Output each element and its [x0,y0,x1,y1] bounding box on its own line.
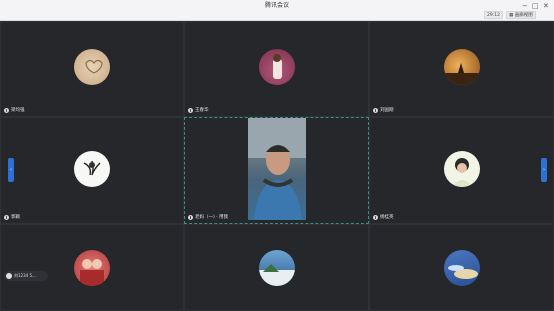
participant-name-tag: 梁均强 [4,107,25,114]
avatar [258,49,295,85]
participant-tile[interactable] [369,224,554,311]
participant-tile[interactable]: › 杨桂英 [369,117,554,224]
participant-name: 老妈（一) · 用我 [195,215,229,220]
mic-icon [4,215,9,220]
prev-page-button[interactable]: ‹ [8,158,14,182]
participant-tile[interactable] [184,224,369,311]
maximize-button[interactable]: □ [532,2,539,10]
join-notification: 刘1234 5... [4,271,48,281]
participant-tile[interactable]: 刘国刚 [369,21,554,117]
next-page-button[interactable]: › [541,158,547,182]
participant-name: 王春华 [195,108,209,113]
participant-tile[interactable] [0,224,184,311]
ink-flower-icon [83,160,101,175]
participant-name-tag: 郭颖 [4,214,20,221]
minimize-button[interactable]: − [522,2,528,10]
gallery-view-label: 画廊视图 [514,13,533,18]
mic-icon [373,215,378,220]
hearts-icon [85,59,103,74]
avatar [443,49,480,85]
silhouette-icon [443,63,480,85]
avatar [443,249,480,286]
portrait-icon [451,157,472,187]
mic-icon [4,108,9,113]
avatar [74,249,110,286]
active-speaker-tile[interactable]: 老妈（一) · 用我 [184,117,369,224]
close-button[interactable]: ✕ [543,2,549,10]
participant-name: 郭颖 [11,215,20,220]
participant-name-tag: 杨桂英 [373,214,394,221]
participant-name-tag: 王春华 [188,107,209,114]
notification-text: 刘1234 5... [14,273,36,278]
sky-icon [447,264,478,279]
participant-video [248,118,306,220]
participant-grid: 梁均强 王春华 刘国刚 ‹ 郭颖 老妈（一) · 用我 › 杨桂英 刘1234 … [0,21,554,311]
title-bar: 腾讯会议 − □ ✕ 29:12 ▦ 画廊视图 [0,0,554,21]
figure-icon [272,54,282,79]
participant-name-tag: 老妈（一) · 用我 [188,214,228,221]
mic-icon [373,108,378,113]
avatar [443,150,480,187]
participant-tile[interactable]: ‹ 郭颖 [0,117,184,224]
avatar [6,273,12,279]
video-frame [248,118,306,220]
participant-name: 杨桂英 [380,215,394,220]
mic-icon [188,108,193,113]
landscape-icon [258,263,295,286]
participant-name: 梁均强 [11,108,25,113]
meeting-timer: 29:12 [484,11,503,19]
mic-icon [188,215,193,220]
avatar [74,150,110,187]
participant-tile[interactable]: 梁均强 [0,21,184,117]
avatar [258,249,295,286]
participant-tile[interactable]: 王春华 [184,21,369,117]
group-photo-icon [80,258,104,286]
window-title: 腾讯会议 [264,2,289,9]
grid-icon: ▦ [509,13,514,18]
participant-name: 刘国刚 [380,108,394,113]
avatar [74,49,110,85]
participant-name-tag: 刘国刚 [373,107,394,114]
gallery-view-button[interactable]: ▦ 画廊视图 [506,11,536,19]
